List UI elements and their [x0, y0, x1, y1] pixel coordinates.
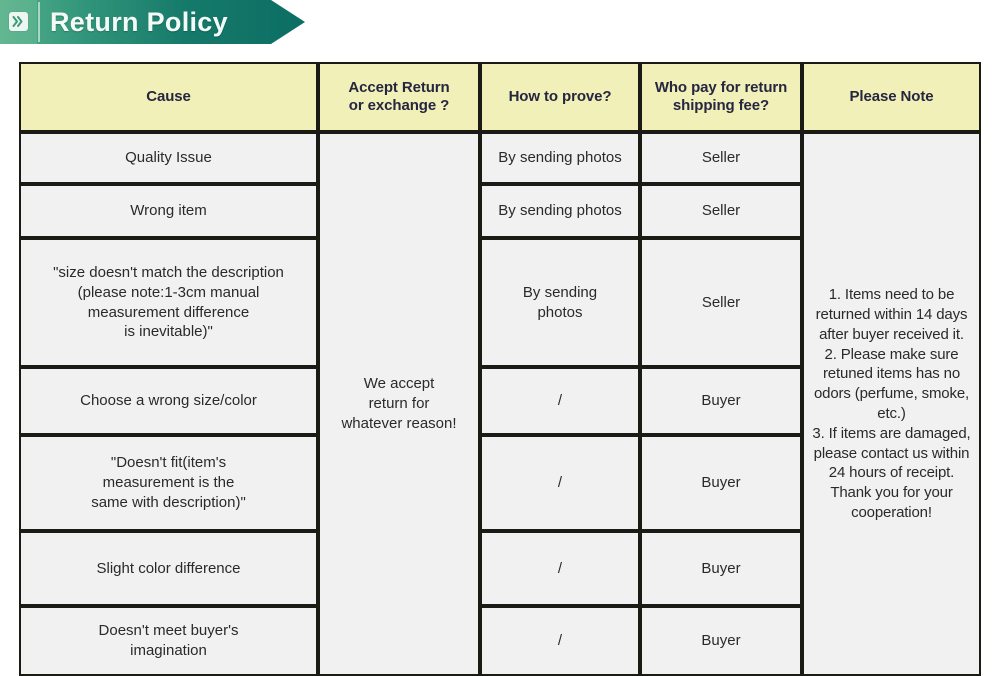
column-header-accept-return: Accept Return or exchange ? — [318, 62, 480, 132]
column-header-who-pays: Who pay for return shipping fee? — [640, 62, 802, 132]
cell-cause: Quality Issue — [19, 132, 318, 184]
cell-cause: "size doesn't match the description (ple… — [19, 238, 318, 367]
return-policy-table: Cause Accept Return or exchange ? How to… — [19, 62, 981, 676]
cell-who-pays: Buyer — [640, 531, 802, 606]
column-header-please-note: Please Note — [802, 62, 981, 132]
cell-who-pays: Buyer — [640, 606, 802, 676]
cell-cause: Doesn't meet buyer's imagination — [19, 606, 318, 676]
cell-how-to-prove: / — [480, 435, 640, 531]
page-banner: Return Policy — [0, 0, 305, 44]
cell-who-pays: Seller — [640, 132, 802, 184]
cell-who-pays: Seller — [640, 184, 802, 238]
table-header-row: Cause Accept Return or exchange ? How to… — [19, 62, 981, 132]
cell-who-pays: Buyer — [640, 435, 802, 531]
page-title: Return Policy — [50, 7, 228, 37]
cell-how-to-prove: By sending photos — [480, 184, 640, 238]
cell-please-note-merged: 1. Items need to be returned within 14 d… — [802, 132, 981, 676]
cell-cause: "Doesn't fit(item's measurement is the s… — [19, 435, 318, 531]
cell-how-to-prove: / — [480, 606, 640, 676]
column-header-how-to-prove: How to prove? — [480, 62, 640, 132]
cell-how-to-prove: / — [480, 367, 640, 435]
cell-who-pays: Seller — [640, 238, 802, 367]
cell-cause: Wrong item — [19, 184, 318, 238]
cell-how-to-prove: / — [480, 531, 640, 606]
cell-cause: Choose a wrong size/color — [19, 367, 318, 435]
return-policy-table-wrap: Cause Accept Return or exchange ? How to… — [19, 62, 981, 676]
cell-cause: Slight color difference — [19, 531, 318, 606]
cell-how-to-prove: By sending photos — [480, 132, 640, 184]
banner-divider — [38, 2, 40, 42]
cell-who-pays: Buyer — [640, 367, 802, 435]
cell-how-to-prove: By sending photos — [480, 238, 640, 367]
cell-accept-return-merged: We accept return for whatever reason! — [318, 132, 480, 676]
chevron-double-right-icon — [9, 12, 28, 31]
table-row: Quality Issue We accept return for whate… — [19, 132, 981, 676]
column-header-cause: Cause — [19, 62, 318, 132]
